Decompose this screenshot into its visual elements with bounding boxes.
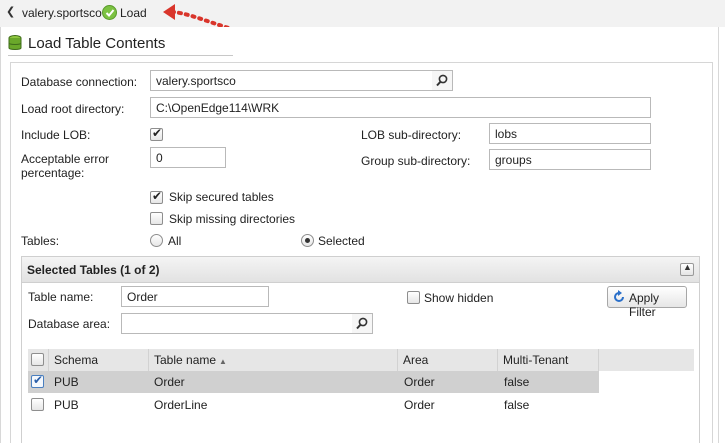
table-row[interactable]: ✔ PUB Order Order false bbox=[28, 371, 599, 393]
cell-table-name: OrderLine bbox=[154, 398, 208, 412]
row-checkbox[interactable] bbox=[31, 398, 44, 411]
cell-area: Order bbox=[404, 375, 435, 389]
lob-subdirectory-input[interactable] bbox=[489, 123, 651, 144]
apply-filter-button[interactable]: Apply Filter bbox=[607, 286, 687, 319]
table-row[interactable]: PUB OrderLine Order false bbox=[28, 394, 599, 416]
checkmark-icon: ✔ bbox=[152, 189, 163, 203]
apply-filter-label: Apply Filter bbox=[629, 291, 660, 319]
tables-label: Tables: bbox=[21, 234, 60, 248]
selected-tables-title: Selected Tables (1 of 2) bbox=[27, 263, 160, 277]
select-all-checkbox[interactable] bbox=[31, 353, 44, 366]
row-checkbox[interactable]: ✔ bbox=[31, 373, 44, 388]
cell-schema: PUB bbox=[54, 398, 79, 412]
skip-secured-label: Skip secured tables bbox=[169, 190, 274, 204]
column-header-schema[interactable]: Schema bbox=[49, 349, 149, 371]
database-connection-lookup-button[interactable] bbox=[432, 70, 453, 91]
cell-multi-tenant: false bbox=[504, 375, 530, 389]
refresh-icon bbox=[614, 290, 624, 302]
tables-all-label: All bbox=[168, 234, 182, 248]
database-area-label: Database area: bbox=[28, 317, 111, 331]
show-hidden-checkbox[interactable] bbox=[407, 291, 420, 304]
show-hidden-label: Show hidden bbox=[424, 291, 494, 305]
tables-selected-label: Selected bbox=[318, 234, 365, 248]
checkmark-icon: ✔ bbox=[33, 373, 44, 387]
breadcrumb-current: Load bbox=[120, 6, 147, 20]
cell-schema: PUB bbox=[54, 375, 79, 389]
table-name-label: Table name: bbox=[28, 290, 94, 304]
chevron-left-icon[interactable]: ❮ bbox=[6, 7, 15, 18]
search-icon bbox=[356, 317, 368, 330]
page-title: Load Table Contents bbox=[28, 35, 166, 52]
database-area-lookup-button[interactable] bbox=[352, 313, 373, 334]
column-header-multi-tenant[interactable]: Multi-Tenant bbox=[498, 349, 599, 371]
include-lob-checkbox[interactable]: ✔ bbox=[150, 126, 163, 141]
tables-all-radio[interactable] bbox=[150, 234, 163, 247]
cell-area: Order bbox=[404, 398, 435, 412]
collapse-up-icon: ▲ bbox=[683, 262, 692, 272]
sort-ascending-icon: ▲ bbox=[219, 357, 227, 366]
acceptable-error-label-line2: percentage: bbox=[21, 166, 85, 180]
title-divider bbox=[8, 55, 233, 56]
collapse-button[interactable]: ▲ bbox=[680, 262, 694, 276]
database-connection-label: Database connection: bbox=[21, 75, 138, 89]
acceptable-error-input[interactable] bbox=[150, 147, 226, 168]
group-subdirectory-label: Group sub-directory: bbox=[361, 154, 471, 168]
checkmark-icon: ✔ bbox=[152, 126, 163, 140]
skip-missing-label: Skip missing directories bbox=[169, 212, 296, 226]
skip-missing-checkbox[interactable] bbox=[150, 212, 163, 225]
table-name-filter-input[interactable] bbox=[121, 286, 269, 307]
load-root-directory-input[interactable] bbox=[150, 97, 651, 118]
column-header-area[interactable]: Area bbox=[398, 349, 498, 371]
tables-selected-radio[interactable] bbox=[301, 234, 314, 247]
search-icon bbox=[436, 74, 448, 87]
check-circle-icon bbox=[102, 5, 117, 20]
database-area-input[interactable] bbox=[121, 313, 353, 334]
cell-multi-tenant: false bbox=[504, 398, 530, 412]
skip-secured-checkbox[interactable]: ✔ bbox=[150, 189, 163, 204]
group-subdirectory-input[interactable] bbox=[489, 149, 651, 170]
database-icon bbox=[8, 35, 22, 54]
cell-table-name: Order bbox=[154, 375, 185, 389]
load-root-directory-label: Load root directory: bbox=[21, 102, 125, 116]
breadcrumb-connection[interactable]: valery.sportsco bbox=[22, 6, 102, 20]
database-connection-input[interactable] bbox=[150, 70, 433, 91]
include-lob-label: Include LOB: bbox=[21, 128, 91, 142]
lob-subdirectory-label: LOB sub-directory: bbox=[361, 128, 462, 142]
column-header-table-name[interactable]: Table name ▲ bbox=[149, 349, 398, 371]
acceptable-error-label-line1: Acceptable error bbox=[21, 152, 110, 166]
select-all-cell bbox=[28, 349, 49, 371]
